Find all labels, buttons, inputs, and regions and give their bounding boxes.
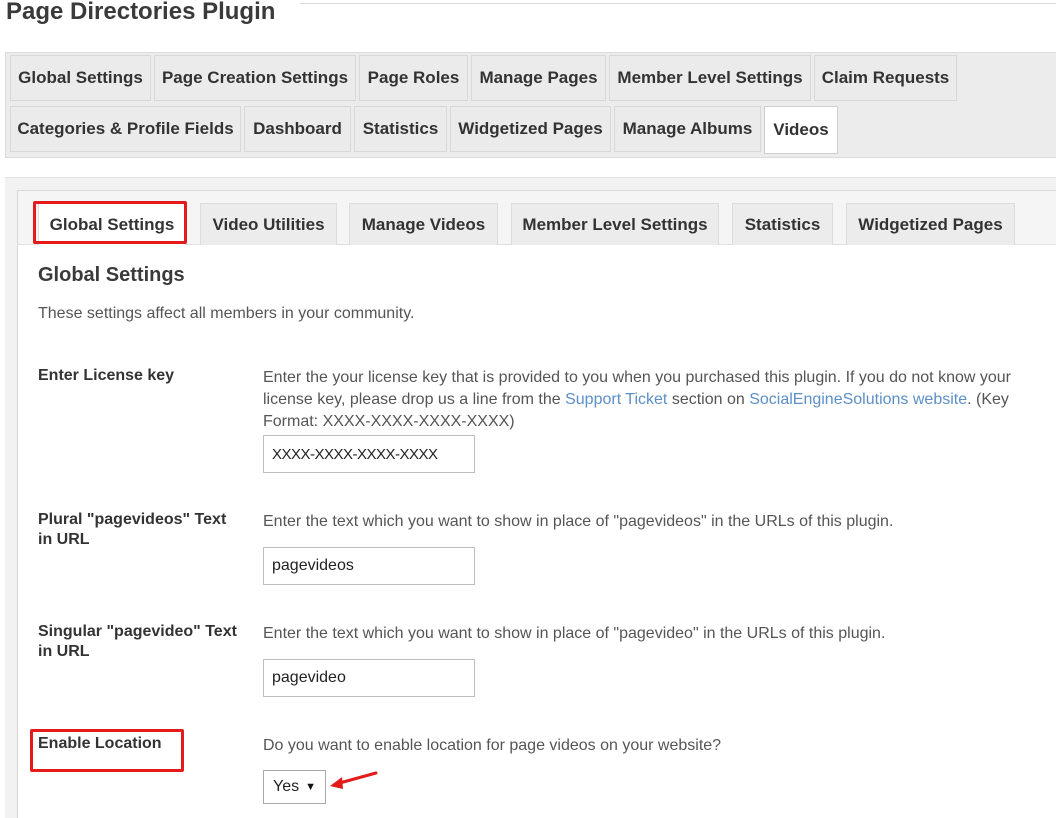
section-description: These settings affect all members in you…	[38, 305, 415, 322]
license-key-input[interactable]	[263, 435, 475, 473]
tab-manage-albums[interactable]: Manage Albums	[614, 106, 761, 152]
subtab-member-level-settings[interactable]: Member Level Settings	[511, 203, 719, 245]
plural-text-input[interactable]	[263, 547, 475, 585]
tab-page-creation-settings[interactable]: Page Creation Settings	[154, 55, 356, 101]
plural-text-label: Plural "pagevideos" Text in URL	[38, 511, 227, 548]
tab-widgetized-pages[interactable]: Widgetized Pages	[450, 106, 611, 152]
subtab-statistics[interactable]: Statistics	[732, 203, 833, 245]
tab-dashboard[interactable]: Dashboard	[244, 106, 351, 152]
tab-claim-requests[interactable]: Claim Requests	[814, 55, 957, 101]
subtab-manage-videos[interactable]: Manage Videos	[349, 203, 498, 245]
license-key-description: Enter the your license key that is provi…	[263, 367, 1048, 433]
singular-text-label: Singular "pagevideo" Text in URL	[38, 623, 237, 660]
enable-location-select[interactable]: Yes ▼	[263, 770, 326, 804]
socialengine-solutions-link[interactable]: SocialEngineSolutions website	[749, 391, 967, 408]
chevron-down-icon: ▼	[305, 781, 316, 793]
subtab-video-utilities[interactable]: Video Utilities	[200, 203, 337, 245]
plural-text-description: Enter the text which you want to show in…	[263, 513, 894, 530]
section-title: Global Settings	[38, 264, 185, 286]
singular-text-description: Enter the text which you want to show in…	[263, 625, 886, 642]
highlight-box-global-settings	[33, 201, 187, 244]
license-key-label: Enter License key	[38, 367, 175, 384]
tab-global-settings[interactable]: Global Settings	[10, 55, 151, 101]
tab-videos[interactable]: Videos	[764, 106, 838, 154]
license-desc-text-2: section on	[667, 391, 750, 408]
page-title: Page Directories Plugin	[6, 0, 276, 25]
support-ticket-link[interactable]: Support Ticket	[565, 391, 667, 408]
enable-location-description: Do you want to enable location for page …	[263, 737, 722, 754]
top-divider	[300, 3, 1056, 4]
enable-location-selected-value: Yes	[273, 778, 300, 795]
subtab-widgetized-pages[interactable]: Widgetized Pages	[846, 203, 1015, 245]
tab-manage-pages[interactable]: Manage Pages	[471, 55, 606, 101]
highlight-box-enable-location	[30, 729, 184, 772]
tab-member-level-settings[interactable]: Member Level Settings	[609, 55, 811, 101]
red-arrow-icon	[330, 771, 378, 789]
tab-page-roles[interactable]: Page Roles	[359, 55, 468, 101]
singular-text-input[interactable]	[263, 659, 475, 697]
tab-statistics[interactable]: Statistics	[354, 106, 447, 152]
tab-categories-profile-fields[interactable]: Categories & Profile Fields	[10, 106, 241, 152]
